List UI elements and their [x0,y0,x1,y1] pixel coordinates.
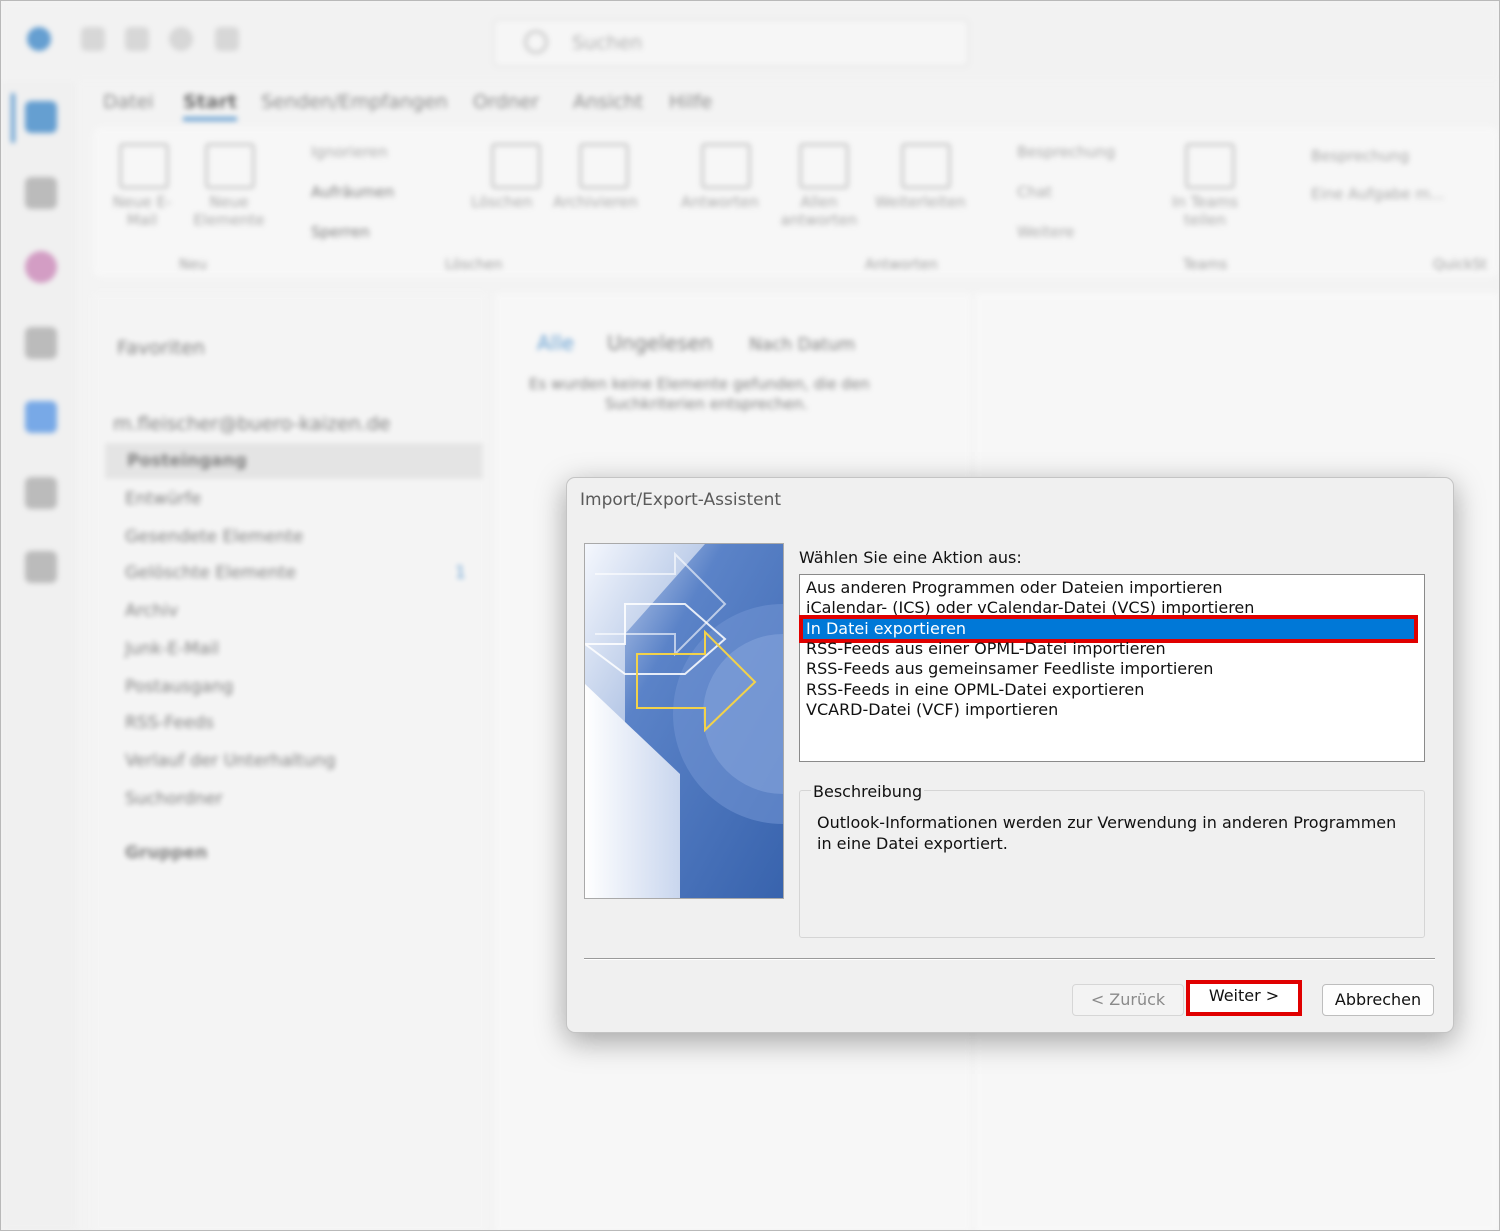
reply-icon [701,143,751,189]
teams-icon [1185,143,1235,189]
folder-pane: Favoriten m.fleischer@buero-kaizen.de Po… [93,293,487,1230]
sync-icon[interactable] [81,27,105,51]
action-import-other[interactable]: Aus anderen Programmen oder Dateien impo… [806,578,1222,598]
share-teams-button[interactable]: In Teams teilen [1163,193,1247,229]
favorites-header[interactable]: Favoriten [117,337,205,359]
folder-drafts[interactable]: Entwürfe [125,489,201,509]
group-quicksteps-label: QuickSt [1433,257,1487,273]
cancel-button[interactable]: Abbrechen [1322,984,1434,1016]
delete-button[interactable]: Löschen [471,193,533,211]
title-bar: Suchen [1,1,1499,81]
folder-search-folders[interactable]: Suchordner [125,789,223,809]
empty-message-line2: Suchkriterien entsprechen. [605,395,809,413]
folder-archive[interactable]: Archiv [125,601,178,621]
folder-rss[interactable]: RSS-Feeds [125,713,214,733]
new-items-button[interactable]: Neue Elemente [181,193,277,229]
tab-folder[interactable]: Ordner [473,91,539,113]
groups-header[interactable]: Gruppen [125,843,207,863]
forward-icon [901,143,951,189]
tab-unread[interactable]: Ungelesen [607,331,713,355]
reply-all-icon [799,143,849,189]
tab-help[interactable]: Hilfe [669,91,712,113]
empty-message-line1: Es wurden keine Elemente gefunden, die d… [529,375,870,393]
description-title: Beschreibung [811,782,925,801]
archive-icon [579,143,629,189]
description-line-2: in eine Datei exportiert. [817,834,1008,853]
search-placeholder: Suchen [572,32,643,54]
group-teams-label: Teams [1183,257,1228,273]
people-icon[interactable] [25,327,57,359]
archive-button[interactable]: Archivieren [553,193,638,211]
reply-button[interactable]: Antworten [681,193,759,211]
action-import-rss-opml[interactable]: RSS-Feeds aus einer OPML-Datei importier… [806,639,1166,659]
tab-view[interactable]: Ansicht [573,91,643,113]
folder-sent[interactable]: Gesendete Elemente [125,527,303,547]
tab-home[interactable]: Start [183,91,238,121]
ignore-button[interactable]: Ignorieren [311,143,388,161]
search-icon [524,30,548,54]
outlook-logo-icon [27,27,51,51]
quickstep-task[interactable]: Eine Aufgabe m... [1311,185,1444,203]
description-text: Outlook-Informationen werden zur Verwend… [817,812,1417,854]
action-prompt: Wählen Sie eine Aktion aus: [799,548,1022,567]
apps-icon[interactable] [25,551,57,583]
folder-outbox[interactable]: Postausgang [125,677,233,697]
block-button[interactable]: Sperren [311,223,370,241]
group-delete-label: Löschen [445,257,503,273]
ribbon-tabs: Datei Start Senden/Empfangen Ordner Ansi… [77,81,1499,125]
action-import-ical[interactable]: iCalendar- (ICS) oder vCalendar-Datei (V… [806,598,1254,618]
folder-junk[interactable]: Junk-E-Mail [125,639,219,659]
tab-send-receive[interactable]: Senden/Empfangen [261,91,448,113]
action-import-rss-common[interactable]: RSS-Feeds aus gemeinsamer Feedliste impo… [806,659,1213,679]
wizard-arrows-graphic [585,544,783,898]
copilot-icon[interactable] [25,251,57,283]
tab-file[interactable]: Datei [103,91,154,113]
app-rail [1,81,77,1230]
outlook-window: Suchen Datei Start Senden/Empfangen Ordn… [0,0,1500,1231]
action-export-rss-opml[interactable]: RSS-Feeds in eine OPML-Datei exportieren [806,680,1144,700]
folder-deleted[interactable]: Gelöschte Elemente [125,563,296,583]
quickstep-meeting[interactable]: Besprechung [1311,147,1409,165]
cleanup-button[interactable]: Aufräumen [311,183,394,201]
todo-icon[interactable] [25,401,57,433]
rail-active-indicator [11,93,15,143]
folder-conversation-history[interactable]: Verlauf der Unterhaltung [125,751,336,771]
undo-icon[interactable] [125,27,149,51]
action-import-vcard[interactable]: VCARD-Datei (VCF) importieren [806,700,1058,720]
dialog-separator [584,958,1435,960]
search-box[interactable]: Suchen [493,19,969,67]
description-line-1: Outlook-Informationen werden zur Verwend… [817,813,1397,832]
print-icon[interactable] [215,27,239,51]
action-export-file[interactable]: In Datei exportieren [799,615,1418,643]
group-new-label: Neu [179,257,207,273]
org-explorer-icon[interactable] [25,477,57,509]
sort-dropdown[interactable]: Nach Datum [749,335,855,355]
reply-all-button[interactable]: Allen antworten [779,193,859,229]
tab-all[interactable]: Alle [537,331,574,355]
deleted-count-badge: 1 [455,563,466,583]
chat-button[interactable]: Chat [1017,183,1052,201]
new-items-icon [205,143,255,189]
delete-icon [491,143,541,189]
new-email-button[interactable]: Neue E-Mail [107,193,177,229]
group-respond-label: Antworten [865,257,938,273]
meeting-button[interactable]: Besprechung [1017,143,1115,161]
back-button[interactable]: < Zurück [1072,984,1184,1016]
forward-button[interactable]: Weiterleiten [875,193,966,211]
action-listbox[interactable]: Aus anderen Programmen oder Dateien impo… [799,574,1425,762]
folder-inbox[interactable]: Posteingang [127,451,247,471]
calendar-icon[interactable] [25,177,57,209]
new-email-icon [119,143,169,189]
more-button[interactable]: Weitere [1017,223,1075,241]
wizard-image [584,543,784,899]
settings-icon[interactable] [169,27,193,51]
import-export-dialog: Import/Export-Assistent Wählen Sie eine … [566,477,1454,1033]
dialog-title: Import/Export-Assistent [580,490,782,510]
next-button[interactable]: Weiter > [1186,980,1302,1016]
mail-icon[interactable] [25,101,57,133]
ribbon: Neue E-Mail Neue Elemente Ignorieren Auf… [93,127,1499,277]
account-header[interactable]: m.fleischer@buero-kaizen.de [113,413,390,435]
